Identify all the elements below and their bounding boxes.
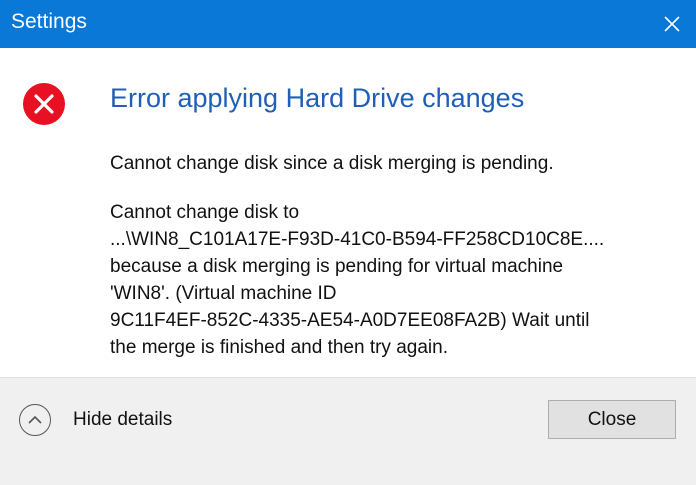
hide-details-toggle[interactable]: Hide details (19, 404, 172, 436)
title-bar: Settings (0, 0, 696, 48)
error-dialog: Settings Error applying Hard Drive chang… (0, 0, 696, 485)
window-title: Settings (11, 10, 87, 33)
error-summary: Cannot change disk since a disk merging … (110, 153, 554, 174)
error-heading: Error applying Hard Drive changes (110, 83, 525, 113)
details-line: 'WIN8'. (Virtual machine ID (110, 283, 337, 304)
details-line: ...\WIN8_C101A17E-F93D-41C0-B594-FF258CD… (110, 229, 605, 250)
chevron-up-icon[interactable] (19, 404, 51, 436)
hide-details-label[interactable]: Hide details (73, 409, 172, 431)
details-line: because a disk merging is pending for vi… (110, 256, 564, 277)
error-icon (22, 82, 66, 126)
details-line: the merge is finished and then try again… (110, 337, 448, 358)
details-line: 9C11F4EF-852C-4335-AE54-A0D7EE08FA2B) Wa… (110, 310, 590, 331)
dialog-body: Error applying Hard Drive changes Cannot… (0, 48, 696, 377)
details-line: Cannot change disk to (110, 202, 300, 223)
error-details: Cannot change disk to ...\WIN8_C101A17E-… (110, 199, 680, 361)
close-icon[interactable] (648, 0, 696, 48)
close-button[interactable]: Close (548, 400, 676, 439)
dialog-footer: Hide details Close (0, 377, 696, 485)
